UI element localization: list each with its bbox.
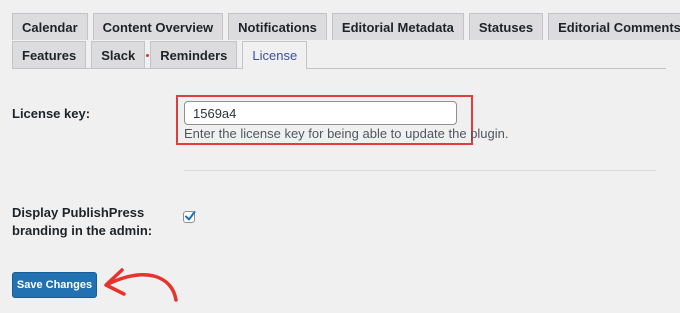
- tab-reminders[interactable]: Reminders: [150, 41, 238, 68]
- tab-calendar[interactable]: Calendar: [12, 13, 88, 40]
- tab-slack-label: Slack: [101, 48, 136, 63]
- tabs-row-1: Calendar Content Overview Notifications …: [12, 13, 680, 40]
- license-key-label: License key:: [12, 106, 91, 121]
- branding-checkbox[interactable]: [183, 211, 196, 223]
- tab-editorial-comments[interactable]: Editorial Comments: [548, 13, 680, 40]
- license-key-input[interactable]: [184, 101, 457, 125]
- tab-statuses[interactable]: Statuses: [468, 13, 544, 40]
- tabs-row-2: Features Slack Reminders License: [12, 41, 312, 69]
- license-key-hint: Enter the license key for being able to …: [184, 126, 509, 141]
- tab-editorial-metadata[interactable]: Editorial Metadata: [331, 13, 464, 40]
- tab-notifications[interactable]: Notifications: [228, 13, 327, 40]
- save-changes-button[interactable]: Save Changes: [12, 272, 97, 298]
- tab-content-overview[interactable]: Content Overview: [92, 13, 224, 40]
- tab-license[interactable]: License: [242, 41, 308, 69]
- section-divider: [184, 170, 656, 171]
- tab-features[interactable]: Features: [12, 41, 87, 68]
- tabs-divider: [12, 68, 666, 69]
- pointer-arrow-icon: [104, 268, 178, 302]
- tab-slack[interactable]: Slack: [91, 41, 150, 68]
- checkmark-icon: [185, 211, 196, 221]
- notification-dot-icon: [146, 54, 150, 57]
- branding-label: Display PublishPress branding in the adm…: [12, 205, 153, 238]
